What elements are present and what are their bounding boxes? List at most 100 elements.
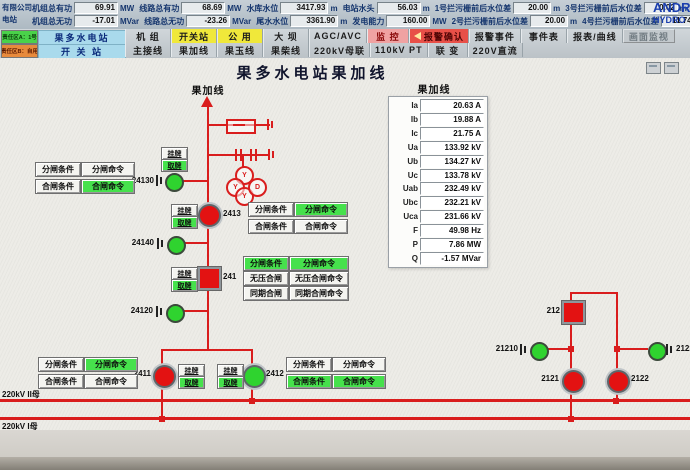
taskbar-icon[interactable]: [664, 62, 679, 74]
value-box: -17.01: [74, 15, 118, 27]
menu-item-units[interactable]: 机 组: [125, 29, 171, 43]
disconnector-2121[interactable]: [562, 370, 585, 393]
untag-button[interactable]: 取牌: [171, 279, 198, 292]
disconnector-2411[interactable]: [153, 365, 176, 388]
untag-button[interactable]: 取牌: [217, 376, 244, 389]
panel-row: Ib19.88 A: [392, 113, 484, 127]
feeder-label: 果加线: [182, 82, 234, 97]
menu-item-bus-tie[interactable]: 220kV母联: [309, 43, 370, 57]
panel-row: Ic21.75 A: [392, 127, 484, 141]
menu-item-event-table[interactable]: 事件表: [521, 29, 567, 43]
menu-item-dam[interactable]: 大 坝: [263, 29, 309, 43]
top-status-bar: 有限公司 电站 机组总有功69.91MW 线路总有功68.69MW 水库水位34…: [0, 0, 690, 30]
value-box: 160.00: [386, 15, 430, 27]
untag-button[interactable]: 取牌: [171, 216, 198, 229]
value-box: 69.91: [74, 2, 118, 14]
junction-dot: [568, 346, 574, 352]
bottom-strip: [0, 430, 690, 457]
close-command-button[interactable]: 合闸命令: [332, 374, 386, 389]
close-command-button[interactable]: 合闸命令: [294, 219, 348, 234]
untag-button[interactable]: 取牌: [178, 376, 205, 389]
open-command-button[interactable]: 分闸命令: [84, 357, 138, 372]
panel-value: 134.27 kV: [420, 155, 484, 168]
value-box: 20.00: [513, 2, 551, 14]
responsibility-chip-a: 责任区A：1号: [1, 30, 38, 44]
close-condition-label: 合闸条件: [38, 374, 84, 389]
open-condition-label: 分闸条件: [248, 202, 294, 217]
panel-value: 20.63 A: [420, 99, 484, 112]
wire-21220: [618, 348, 648, 350]
status-row-2: 机组总无功-17.01MVar 线路总无功-23.26MVar 尾水水位3361…: [32, 15, 690, 27]
disconnector-2413[interactable]: [198, 204, 221, 227]
menu-item-monitor[interactable]: 监 控: [367, 29, 409, 43]
menu-item-common[interactable]: 公 用: [217, 29, 263, 43]
value-box: -23.26: [186, 15, 230, 27]
breaker-212[interactable]: [562, 301, 585, 324]
disconnector-21210[interactable]: [530, 342, 549, 361]
panel-value: 232.21 kV: [420, 196, 484, 209]
earth-terminal-icon: [156, 175, 164, 186]
device-label-21210: 21210: [487, 344, 518, 354]
menu-item-report-curve[interactable]: 报表/曲线: [567, 29, 623, 43]
menu-item-main-wiring[interactable]: 主接线: [125, 43, 171, 57]
menu-item-guochai-line[interactable]: 果柴线: [263, 43, 309, 57]
disconnector-24120[interactable]: [166, 304, 185, 323]
disconnector-24140[interactable]: [167, 236, 186, 255]
menu-row-1: 机 组 开关站 公 用 大 坝 AGC/AVC 监 控 报警确认 报警事件 事件…: [125, 29, 675, 43]
menu-item-transformer[interactable]: 联 变: [428, 43, 468, 57]
panel-value: 232.49 kV: [420, 182, 484, 195]
status-row-1: 机组总有功69.91MW 线路总有功68.69MW 水库水位3417.93m 电…: [32, 2, 687, 14]
menu-item-agc-avc[interactable]: AGC/AVC: [309, 29, 367, 43]
disconnector-24130[interactable]: [165, 173, 184, 192]
novolt-close-button[interactable]: 无压合闸命令: [289, 271, 349, 286]
earth-terminal-icon: [520, 344, 528, 355]
panel-row: Ubc232.21 kV: [392, 196, 484, 210]
menu-item-screen-watch[interactable]: 画面监视: [623, 29, 675, 43]
panel-value: 133.78 kV: [420, 169, 484, 182]
busbar-220kv-ii: [0, 399, 690, 402]
open-command-button[interactable]: 分闸命令: [289, 256, 349, 271]
open-command-button[interactable]: 分闸命令: [294, 202, 348, 217]
menu-item-switchyard[interactable]: 开关站: [171, 29, 217, 43]
open-command-button[interactable]: 分闸命令: [81, 162, 135, 177]
measurement-group: 电站水头56.03m: [343, 2, 430, 14]
measurement-group: 1号拦污栅前后水位差20.00m: [435, 2, 561, 14]
tab-station[interactable]: 果多水电站: [38, 30, 126, 45]
panel-row: Uca231.66 kV: [392, 210, 484, 224]
device-label-2413: 2413: [223, 209, 241, 219]
disconnector-2412[interactable]: [243, 365, 266, 388]
disconnector-21220[interactable]: [648, 342, 667, 361]
company-line1: 有限公司: [2, 2, 32, 14]
alarm-ack-button[interactable]: 报警确认: [409, 29, 469, 43]
taskbar-icon[interactable]: [646, 62, 661, 74]
panel-row: Uc133.78 kV: [392, 168, 484, 182]
close-command-button[interactable]: 合闸命令: [81, 179, 135, 194]
capacitor-icon: [250, 149, 252, 161]
value-box: 20.00: [530, 15, 568, 27]
disconnector-2122[interactable]: [607, 370, 630, 393]
value-box: 56.03: [377, 2, 421, 14]
page-title: 果多水电站果加线: [205, 62, 420, 83]
menu-item-alarm-events[interactable]: 报警事件: [469, 29, 521, 43]
untag-button[interactable]: 取牌: [161, 159, 188, 172]
menu-item-guojia-line[interactable]: 果加线: [171, 43, 217, 57]
open-command-button[interactable]: 分闸命令: [332, 357, 386, 372]
company-line2: 电站: [2, 14, 32, 26]
close-condition-label: 合闸条件: [286, 374, 332, 389]
menu-item-guoyu-line[interactable]: 果玉线: [217, 43, 263, 57]
sync-close-button[interactable]: 同期合闸命令: [289, 286, 349, 301]
menu-item-220v-dc[interactable]: 220V直流: [468, 43, 523, 57]
tab-switchyard[interactable]: 开 关 站: [38, 44, 126, 59]
menu-item-110kv-pt[interactable]: 110kV PT: [370, 43, 428, 57]
breaker-241[interactable]: [198, 267, 221, 290]
junction-dot: [614, 346, 620, 352]
earth-terminal-icon: [157, 238, 165, 249]
panel-row: Ia20.63 A: [392, 99, 484, 113]
wave-trap-symbol: [226, 119, 256, 134]
line-terminal-icon: [267, 119, 275, 130]
panel-row: Ub134.27 kV: [392, 154, 484, 168]
panel-value: 19.88 A: [420, 113, 484, 126]
close-command-button[interactable]: 合闸命令: [84, 374, 138, 389]
close-condition-label: 合闸条件: [248, 219, 294, 234]
menu-row-2: 主接线 果加线 果玉线 果柴线 220kV母联 110kV PT 联 变 220…: [125, 43, 523, 57]
